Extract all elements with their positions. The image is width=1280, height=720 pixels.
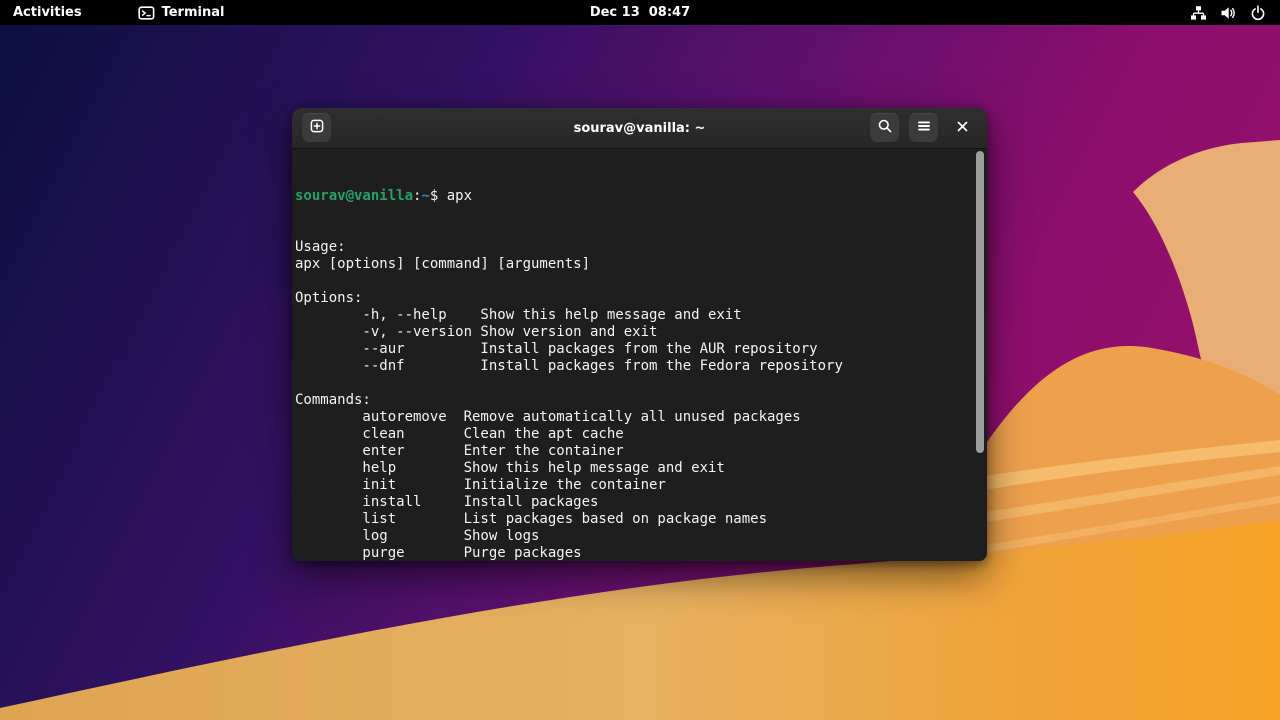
close-icon [956, 118, 969, 137]
terminal-output-line: log Show logs [295, 528, 971, 545]
activities-button[interactable]: Activities [0, 0, 96, 25]
terminal-screen: sourav@vanilla:~$ apx Usage: apx [option… [295, 154, 971, 561]
app-indicator-terminal[interactable]: Terminal [138, 0, 225, 25]
prompt-command: $ apx [430, 188, 472, 204]
terminal-icon [138, 5, 155, 21]
menu-icon [916, 118, 932, 138]
terminal-output-line: list List packages based on package name… [295, 511, 971, 528]
close-button[interactable] [948, 113, 977, 142]
menu-button[interactable] [909, 113, 938, 142]
activities-label: Activities [13, 5, 82, 20]
new-tab-button[interactable] [302, 113, 331, 142]
terminal-output-line: clean Clean the apt cache [295, 426, 971, 443]
terminal-output-line: Usage: [295, 239, 971, 256]
scrollbar-thumb[interactable] [976, 151, 984, 453]
terminal-window: sourav@vanilla: ~ [292, 108, 987, 561]
new-tab-icon [309, 118, 325, 138]
terminal-output-line: autoremove Remove automatically all unus… [295, 409, 971, 426]
terminal-output-line: Options: [295, 290, 971, 307]
titlebar-controls [870, 113, 977, 142]
app-indicator-label: Terminal [162, 5, 225, 20]
titlebar[interactable]: sourav@vanilla: ~ [292, 108, 987, 149]
top-bar: Activities Terminal Dec 13 08:47 [0, 0, 1280, 25]
prompt-path: ~ [421, 188, 429, 204]
power-icon [1250, 5, 1266, 21]
search-icon [877, 118, 893, 138]
terminal-output-line: install Install packages [295, 494, 971, 511]
terminal-output-line: -v, --version Show version and exit [295, 324, 971, 341]
network-wired-icon [1190, 5, 1207, 21]
terminal-output-line: help Show this help message and exit [295, 460, 971, 477]
system-tray[interactable] [1190, 0, 1280, 25]
volume-icon [1220, 5, 1237, 21]
terminal-output-line: -h, --help Show this help message and ex… [295, 307, 971, 324]
clock-date: Dec 13 [590, 5, 640, 20]
prompt-user-host: sourav@vanilla [295, 188, 413, 204]
terminal-output-line: --dnf Install packages from the Fedora r… [295, 358, 971, 375]
clock-time: 08:47 [649, 5, 690, 20]
terminal-output-line: enter Enter the container [295, 443, 971, 460]
terminal-output: Usage: apx [options] [command] [argument… [295, 239, 971, 561]
terminal-output-line: purge Purge packages [295, 545, 971, 561]
terminal-output-line: --aur Install packages from the AUR repo… [295, 341, 971, 358]
terminal-content[interactable]: sourav@vanilla:~$ apx Usage: apx [option… [292, 149, 987, 561]
terminal-output-line: apx [options] [command] [arguments] [295, 256, 971, 273]
clock[interactable]: Dec 13 08:47 [570, 0, 710, 25]
terminal-output-line [295, 273, 971, 290]
terminal-prompt-line: sourav@vanilla:~$ apx [295, 188, 971, 205]
terminal-output-line [295, 375, 971, 392]
terminal-output-line: init Initialize the container [295, 477, 971, 494]
search-button[interactable] [870, 113, 899, 142]
terminal-output-line: Commands: [295, 392, 971, 409]
